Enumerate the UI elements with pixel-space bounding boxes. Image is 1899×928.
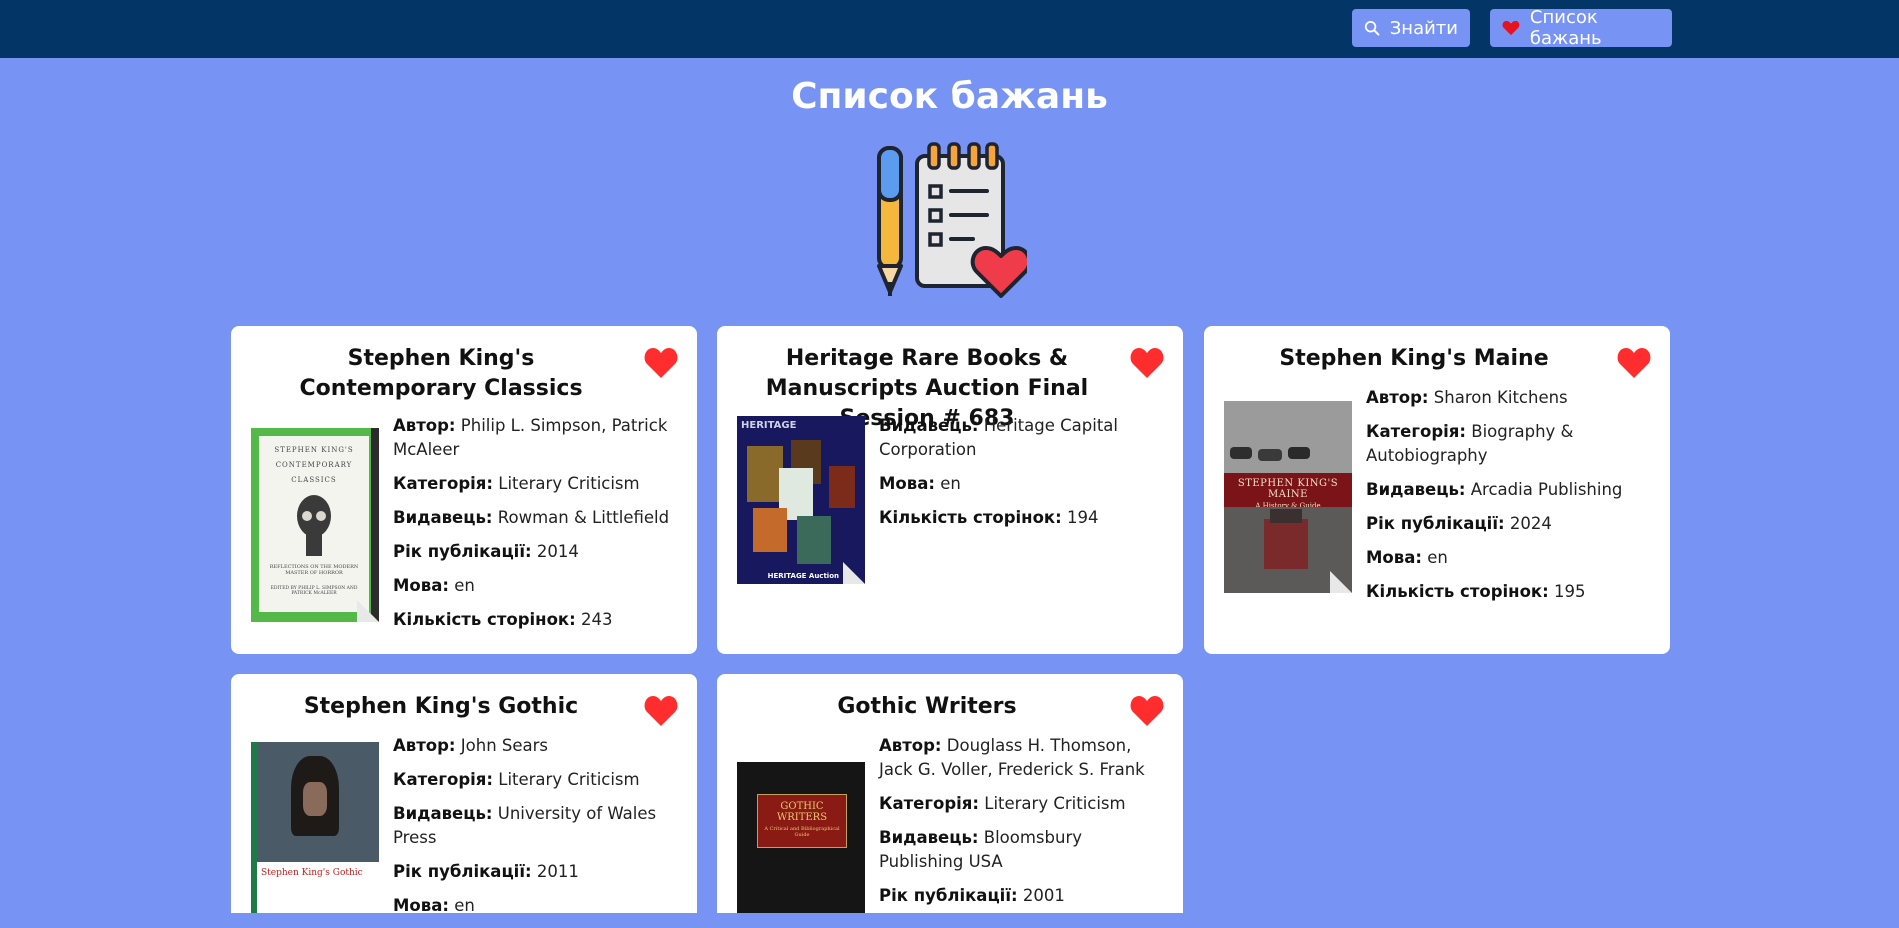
detail-author: Автор: Sharon Kitchens xyxy=(1366,388,1568,407)
book-cover: GOTHIC WRITERS A Critical and Bibliograp… xyxy=(737,762,865,913)
skull-illustration xyxy=(297,495,331,556)
detail-author: Автор: Douglass H. Thomson, Jack G. Voll… xyxy=(879,736,1145,779)
detail-language: Мова: en xyxy=(1366,548,1448,567)
detail-language: Мова: en xyxy=(393,576,475,595)
cover-subtitle: A Critical and Bibliographical Guide xyxy=(764,826,840,838)
detail-language: Мова: en xyxy=(879,474,961,493)
book-details: Автор: Sharon Kitchens Категорія: Biogra… xyxy=(1366,386,1656,614)
detail-language: Мова: en xyxy=(393,896,475,915)
page-curl xyxy=(1330,571,1352,593)
wishlist-button-label: Список бажань xyxy=(1529,7,1602,49)
detail-pages: Кількість сторінок: 243 xyxy=(393,610,613,629)
detail-publisher: Видавець: University of Wales Press xyxy=(393,804,657,847)
book-title: Gothic Writers xyxy=(837,694,1017,719)
page-curl xyxy=(843,562,865,584)
cover-title: STEPHEN KING'S MAINE xyxy=(1237,478,1339,500)
book-title: Stephen King's Maine xyxy=(1279,346,1549,371)
search-button[interactable]: Знайти xyxy=(1352,9,1470,47)
cover-title-line: CONTEMPORARY xyxy=(275,461,353,469)
cover-title-line: STEPHEN KING'S xyxy=(274,446,354,454)
book-details: Автор: John Sears Категорія: Literary Cr… xyxy=(393,734,683,928)
page-title: Список бажань xyxy=(791,76,1108,117)
remove-from-wishlist-heart-icon[interactable] xyxy=(1129,346,1165,380)
book-card: Gothic Writers GOTHIC WRITERS A Critical… xyxy=(717,674,1183,913)
book-card: Stephen King's Gothic Stephen King's Got… xyxy=(231,674,697,915)
book-cover: STEPHEN KING'S CONTEMPORARY CLASSICS REF… xyxy=(251,428,379,622)
book-details: Видавець: Heritage Capital Corporation М… xyxy=(879,414,1169,540)
top-navbar: Знайти Список бажань xyxy=(0,0,1899,58)
remove-from-wishlist-heart-icon[interactable] xyxy=(1129,694,1165,728)
book-card: Heritage Rare Books & Manuscripts Auctio… xyxy=(717,326,1183,654)
detail-publisher: Видавець: Heritage Capital Corporation xyxy=(879,416,1118,459)
search-icon xyxy=(1364,20,1380,36)
book-cover: Stephen King's Gothic xyxy=(251,742,379,913)
cover-brand: HERITAGE Auction xyxy=(767,572,839,580)
detail-year: Рік публікації: 2011 xyxy=(393,862,579,881)
page-curl xyxy=(357,600,379,622)
cover-title: Stephen King's Gothic xyxy=(261,868,363,878)
cover-brand: HERITAGE xyxy=(741,420,797,431)
detail-author: Автор: Philip L. Simpson, Patrick McAlee… xyxy=(393,416,668,459)
detail-year: Рік публікації: 2014 xyxy=(393,542,579,561)
cover-editors: EDITED BY PHILIP L. SIMPSON AND PATRICK … xyxy=(270,586,358,596)
detail-publisher: Видавець: Rowman & Littlefield xyxy=(393,508,670,527)
wishlist-button[interactable]: Список бажань xyxy=(1490,7,1672,49)
cover-subtitle: REFLECTIONS ON THE MODERN MASTER OF HORR… xyxy=(269,564,359,576)
book-cover: HERITAGE HERITAGE Auction xyxy=(737,416,865,584)
remove-from-wishlist-heart-icon[interactable] xyxy=(643,694,679,728)
book-cover: STEPHEN KING'S MAINE A History & Guide xyxy=(1224,401,1352,593)
book-title: Stephen King's Gothic xyxy=(303,694,579,719)
detail-category: Категорія: Biography & Autobiography xyxy=(1366,422,1574,465)
detail-publisher: Видавець: Bloomsbury Publishing USA xyxy=(879,828,1082,871)
detail-category: Категорія: Literary Criticism xyxy=(393,770,640,789)
book-card: Stephen King's Contemporary Classics STE… xyxy=(231,326,697,654)
heart-icon xyxy=(1502,20,1520,36)
search-button-label: Знайти xyxy=(1389,17,1458,39)
cover-title: GOTHIC WRITERS xyxy=(776,801,828,823)
detail-pages: Кількість сторінок: 194 xyxy=(879,508,1099,527)
book-card: Stephen King's Maine STEPHEN KING'S MAIN… xyxy=(1204,326,1670,654)
detail-pages: Кількість сторінок: 195 xyxy=(1366,582,1586,601)
book-details: Автор: Philip L. Simpson, Patrick McAlee… xyxy=(393,414,683,642)
detail-category: Категорія: Literary Criticism xyxy=(393,474,640,493)
notepad-pen-heart-icon xyxy=(877,142,1027,298)
remove-from-wishlist-heart-icon[interactable] xyxy=(643,346,679,380)
remove-from-wishlist-heart-icon[interactable] xyxy=(1616,346,1652,380)
cover-title-line: CLASSICS xyxy=(291,476,337,484)
detail-category: Категорія: Literary Criticism xyxy=(879,794,1126,813)
detail-year: Рік публікації: 2001 xyxy=(879,886,1065,905)
detail-author: Автор: John Sears xyxy=(393,736,549,755)
detail-publisher: Видавець: Arcadia Publishing xyxy=(1366,480,1623,499)
book-title: Stephen King's Contemporary Classics xyxy=(299,346,583,401)
detail-year: Рік публікації: 2024 xyxy=(1366,514,1552,533)
book-details: Автор: Douglass H. Thomson, Jack G. Voll… xyxy=(879,734,1169,918)
